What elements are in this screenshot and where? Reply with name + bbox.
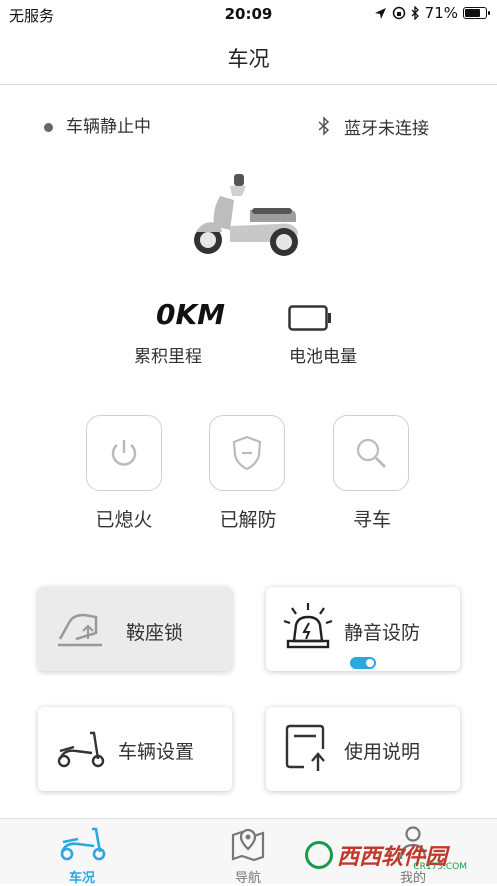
seat-lock-button[interactable]: 鞍座锁 [38, 587, 232, 671]
vehicle-settings-label: 车辆设置 [118, 741, 195, 763]
find-car-label: 寻车 [352, 509, 391, 531]
ignition-button[interactable] [86, 415, 162, 491]
find-car-button[interactable] [333, 415, 409, 491]
seat-lock-icon [58, 613, 102, 647]
bluetooth-state-label: 蓝牙未连接 [344, 118, 429, 139]
vehicle-settings-button[interactable]: 车辆设置 [38, 707, 232, 791]
silent-guard-card[interactable]: 静音设防 [266, 587, 460, 671]
seat-lock-label: 鞍座锁 [126, 622, 184, 644]
manual-icon [285, 724, 325, 771]
status-icons: 71% [374, 4, 490, 22]
search-icon [356, 438, 386, 468]
alarm-icon [283, 603, 333, 649]
mileage-value: 0KM [156, 298, 226, 331]
vehicle-state: 车辆静止中 [44, 112, 151, 140]
tab-vehicle[interactable]: 车况 [22, 819, 142, 886]
battery-level-icon [288, 305, 331, 331]
guard-label: 已解防 [219, 509, 277, 531]
watermark-circle-icon [305, 841, 333, 869]
map-icon [231, 828, 265, 861]
shield-icon [232, 435, 262, 471]
silent-guard-toggle[interactable] [350, 657, 376, 669]
tab-vehicle-label: 车况 [68, 871, 95, 886]
scooter-image [194, 174, 298, 256]
state-dot-icon [44, 122, 53, 132]
scooter-icon [60, 827, 106, 861]
bluetooth-state: 蓝牙未连接 [318, 112, 429, 140]
manual-button[interactable]: 使用说明 [266, 707, 460, 791]
vehicle-state-label: 车辆静止中 [66, 117, 151, 137]
mileage-label: 累积里程 [134, 347, 202, 367]
location-icon [374, 7, 386, 19]
rotation-lock-icon [392, 6, 405, 20]
silent-guard-label: 静音设防 [344, 622, 421, 644]
manual-label: 使用说明 [344, 741, 421, 763]
watermark-logo: 西西软件园 CR173.COM [305, 836, 487, 874]
ignition-label: 已熄火 [95, 509, 153, 531]
tab-navigation-label: 导航 [234, 871, 261, 886]
status-bar: 无服务 20:09 71% [0, 0, 497, 28]
battery-icon [463, 7, 490, 19]
bluetooth-icon [411, 6, 419, 20]
bluetooth-icon [318, 116, 330, 136]
tab-navigation[interactable]: 导航 [188, 819, 308, 886]
guard-button[interactable] [209, 415, 285, 491]
navigation-bar: 车况 [0, 28, 497, 85]
watermark-subtext: CR173.COM [413, 862, 467, 872]
page-title: 车况 [227, 47, 270, 71]
power-icon [111, 440, 137, 466]
scooter-icon [57, 731, 105, 768]
battery-label: 电池电量 [289, 347, 357, 367]
battery-percent: 71% [424, 4, 458, 22]
